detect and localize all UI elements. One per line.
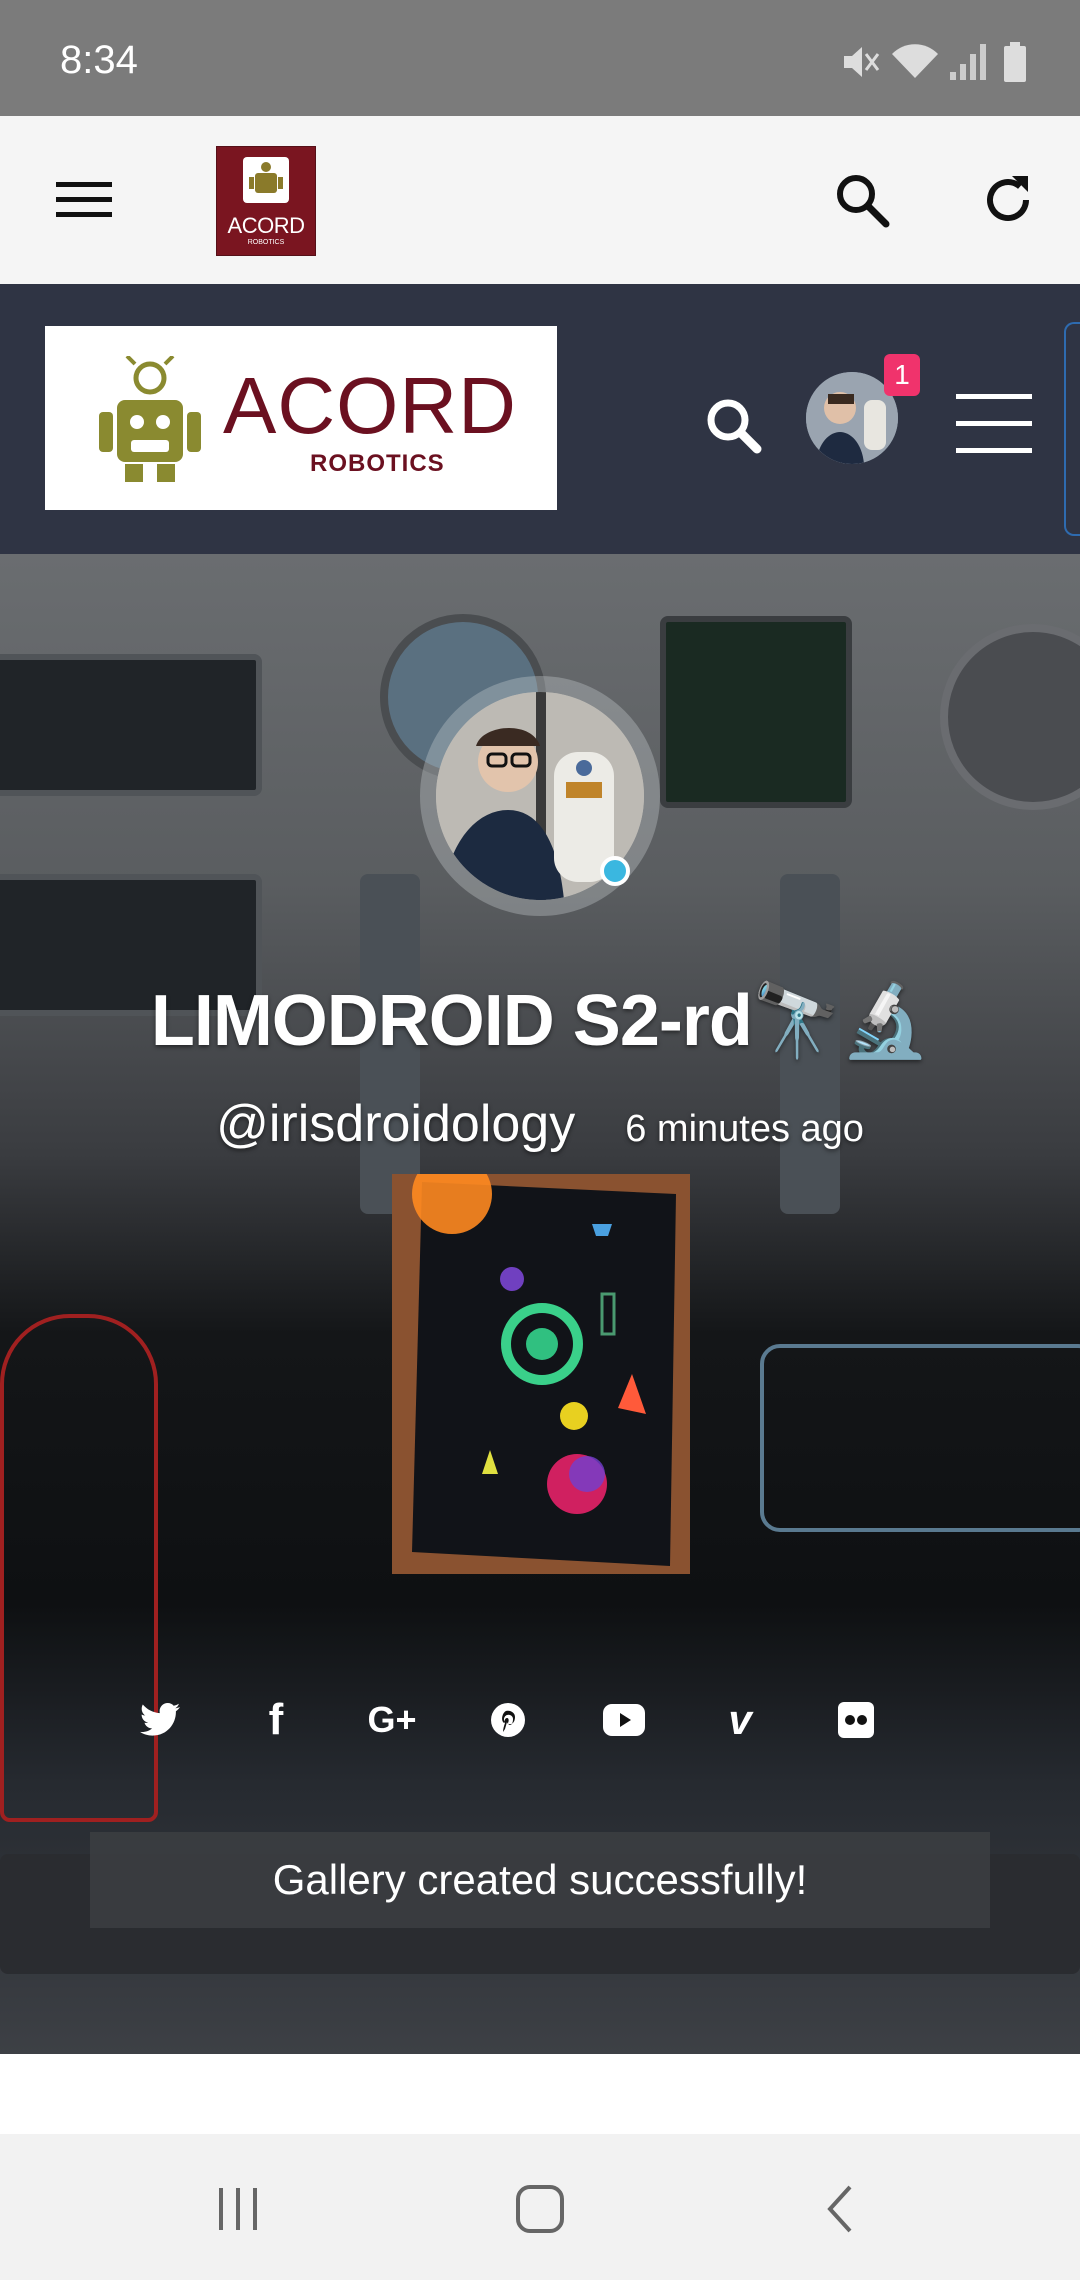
back-icon[interactable]: [802, 2174, 882, 2244]
mute-icon: [844, 47, 880, 77]
side-panel-tab[interactable]: [1064, 322, 1080, 536]
refresh-icon[interactable]: [958, 150, 1058, 250]
status-bar: 8:34: [0, 0, 1080, 116]
status-time: 8:34: [60, 38, 138, 82]
home-icon[interactable]: [500, 2174, 580, 2244]
recent-apps-icon[interactable]: [198, 2174, 278, 2244]
site-logo[interactable]: ACORD ROBOTICS: [45, 326, 557, 510]
social-links: f G+ v: [130, 1690, 950, 1750]
wifi-icon: [892, 44, 938, 78]
profile-time-ago: 6 minutes ago: [625, 1108, 864, 1150]
google-plus-icon[interactable]: G+: [362, 1690, 422, 1750]
robot-logo-icon: [99, 356, 201, 482]
search-icon[interactable]: [812, 150, 912, 250]
page-content-strip: [0, 2054, 1080, 2134]
profile-cover: LIMODROID S2-rd🔭🔬 @irisdroidology 6 minut…: [0, 554, 1080, 2054]
site-header: ACORD ROBOTICS 1: [0, 284, 1080, 554]
system-nav-bar: [0, 2134, 1080, 2280]
twitter-icon[interactable]: [130, 1690, 190, 1750]
cover-panel: [0, 654, 262, 796]
vimeo-icon[interactable]: v: [710, 1690, 770, 1750]
online-status-dot: [600, 856, 630, 886]
header-search-icon[interactable]: [698, 390, 770, 462]
notification-badge: 1: [884, 354, 920, 396]
cover-radar: [660, 616, 852, 808]
profile-name: LIMODROID S2-rd🔭🔬: [150, 981, 930, 1061]
robot-logo-icon: [243, 157, 289, 203]
facebook-icon[interactable]: f: [246, 1690, 306, 1750]
status-icons: [840, 40, 1080, 84]
header-menu-icon[interactable]: [956, 394, 1032, 454]
youtube-icon[interactable]: [594, 1690, 654, 1750]
signal-icon: [950, 44, 986, 80]
cover-shuttle: [760, 1344, 1080, 1532]
pinterest-icon[interactable]: [478, 1690, 538, 1750]
cover-gauge: [940, 624, 1080, 810]
app-logo[interactable]: ACORD ROBOTICS: [216, 146, 316, 256]
profile-handle[interactable]: @irisdroidology: [216, 1095, 575, 1153]
hamburger-icon[interactable]: [34, 150, 134, 250]
app-logo-text: ACORD: [227, 213, 305, 238]
app-logo-subtext: ROBOTICS: [247, 239, 285, 246]
site-brand: ACORD: [223, 361, 517, 450]
battery-icon: [1004, 42, 1026, 82]
toast-message: Gallery created successfully!: [90, 1832, 990, 1928]
app-toolbar: ACORD ROBOTICS: [0, 116, 1080, 284]
gallery-thumbnail[interactable]: [392, 1174, 690, 1574]
profile-meta: @irisdroidology 6 minutes ago: [0, 1094, 1080, 1154]
flickr-icon[interactable]: [826, 1690, 886, 1750]
site-brand-sub: ROBOTICS: [310, 450, 445, 477]
